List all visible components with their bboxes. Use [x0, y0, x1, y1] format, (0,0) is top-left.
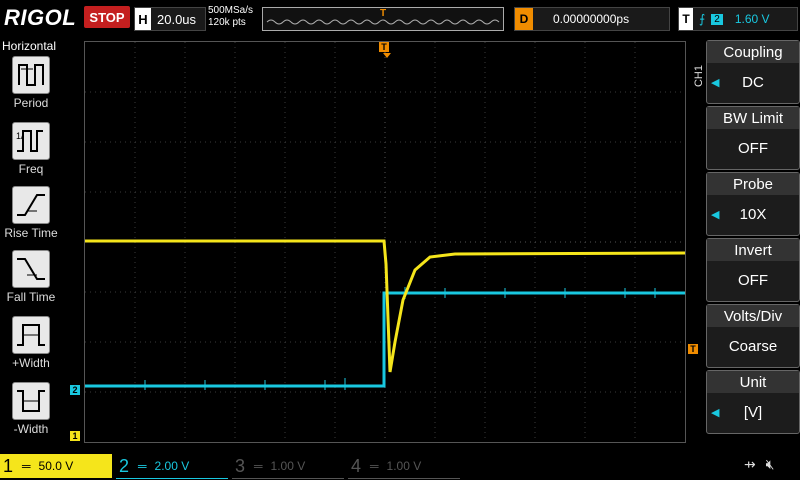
- invert-button[interactable]: Invert OFF: [706, 238, 800, 302]
- trigger-time-marker[interactable]: T: [379, 42, 389, 52]
- horizontal-timebase[interactable]: H 20.0us: [134, 7, 206, 31]
- trigger-time-arrow: [383, 53, 391, 58]
- ch4-coupling-icon: ═: [370, 459, 379, 473]
- usb-icon: ⇸: [744, 456, 756, 472]
- waveform-display[interactable]: [84, 41, 686, 443]
- speaker-muted-icon[interactable]: 🔇︎: [766, 456, 775, 472]
- probe-button[interactable]: Probe ◀ 10X: [706, 172, 800, 236]
- sample-rate: 500MSa/s: [208, 5, 254, 16]
- trigger-level: 1.60 V: [734, 12, 770, 26]
- ch2-scale: 2.00 V: [154, 459, 190, 473]
- freq-label: Freq: [18, 162, 44, 176]
- positive-width-icon: [12, 316, 50, 354]
- horizontal-measure-menu: Horizontal Period 1/ Freq Rise Time Fall…: [0, 38, 62, 450]
- delay-value: 0.00000000ps: [553, 12, 630, 26]
- delay-label: D: [515, 8, 533, 30]
- ch1-status[interactable]: 1 ═ 50.0 V: [0, 454, 112, 478]
- ch1-scale: 50.0 V: [38, 459, 74, 473]
- trigger-source: 2: [711, 13, 723, 25]
- rise-time-label: Rise Time: [4, 226, 58, 240]
- ch4-number: 4: [350, 455, 361, 476]
- ch3-coupling-icon: ═: [254, 459, 263, 473]
- unit-value: [V]: [743, 403, 763, 421]
- fall-time-label: Fall Time: [6, 290, 56, 304]
- period-icon: [12, 56, 50, 94]
- trigger-level-marker[interactable]: T: [688, 344, 698, 354]
- negative-width-icon: [12, 382, 50, 420]
- frequency-icon: 1/: [12, 122, 50, 160]
- channel-menu: Coupling ◀ DC BW Limit OFF Probe ◀ 10X Inv…: [706, 40, 800, 434]
- ch3-status[interactable]: 3 ═ 1.00 V: [232, 454, 344, 479]
- acquisition-info: 500MSa/s 120k pts: [208, 5, 253, 29]
- top-status-bar: RIGOL STOP H 20.0us 500MSa/s 120k pts T …: [0, 0, 800, 36]
- period-label: Period: [13, 96, 49, 110]
- timebase-value: 20.0us: [157, 11, 197, 27]
- trigger-position-marker: T: [380, 8, 387, 19]
- brand-logo: RIGOL: [4, 5, 77, 30]
- ch2-trace: [85, 287, 685, 390]
- measure-rise-time[interactable]: Rise Time: [0, 186, 62, 240]
- channel-tag: CH1: [693, 64, 706, 88]
- measure-negative-width[interactable]: -Width: [0, 382, 62, 436]
- status-icons: ⇸ 🔇︎: [744, 456, 774, 473]
- ch3-number: 3: [234, 455, 245, 476]
- run-stop-indicator[interactable]: STOP: [84, 6, 130, 28]
- trigger-box[interactable]: T ⨍ 2 1.60 V: [678, 7, 798, 31]
- ch4-scale: 1.00 V: [386, 459, 422, 473]
- volts-div-button[interactable]: Volts/Div Coarse: [706, 304, 800, 368]
- invert-value: OFF: [738, 271, 768, 289]
- volts-div-value: Coarse: [728, 337, 778, 355]
- measure-fall-time[interactable]: Fall Time: [0, 250, 62, 304]
- ch1-offset-marker[interactable]: 1: [70, 431, 80, 441]
- left-arrow-icon: ◀: [711, 76, 720, 89]
- coupling-title: Coupling: [707, 41, 799, 63]
- invert-title: Invert: [707, 239, 799, 261]
- ch4-status[interactable]: 4 ═ 1.00 V: [348, 454, 460, 479]
- bw-limit-title: BW Limit: [707, 107, 799, 129]
- negative-width-label: -Width: [13, 422, 49, 436]
- ch2-coupling-icon: ═: [138, 459, 147, 473]
- ch2-number: 2: [118, 455, 129, 476]
- ch2-offset-marker[interactable]: 2: [70, 385, 80, 395]
- ch3-scale: 1.00 V: [270, 459, 306, 473]
- ch1-number: 1: [2, 455, 13, 476]
- trigger-label: T: [679, 8, 693, 30]
- rise-time-icon: [12, 186, 50, 224]
- probe-title: Probe: [707, 173, 799, 195]
- measure-freq[interactable]: 1/ Freq: [0, 122, 62, 176]
- fall-time-icon: [12, 250, 50, 288]
- left-arrow-icon: ◀: [711, 208, 720, 221]
- unit-title: Unit: [707, 371, 799, 393]
- unit-button[interactable]: Unit ◀ [V]: [706, 370, 800, 434]
- bw-limit-value: OFF: [738, 139, 768, 157]
- ch1-coupling-icon: ═: [22, 459, 31, 473]
- horizontal-label: H: [135, 8, 151, 30]
- rising-edge-icon: ⨍: [699, 12, 706, 26]
- delay-box[interactable]: D 0.00000000ps: [514, 7, 670, 31]
- svg-text:1/: 1/: [16, 131, 24, 141]
- memory-depth: 120k pts: [208, 17, 246, 28]
- measure-positive-width[interactable]: +Width: [0, 316, 62, 370]
- ch2-status[interactable]: 2 ═ 2.00 V: [116, 454, 228, 479]
- measure-period[interactable]: Period: [0, 56, 62, 110]
- coupling-button[interactable]: Coupling ◀ DC: [706, 40, 800, 104]
- volts-div-title: Volts/Div: [707, 305, 799, 327]
- probe-value: 10X: [739, 205, 767, 223]
- waveform-canvas: [85, 42, 685, 442]
- left-arrow-icon: ◀: [711, 406, 720, 419]
- menu-title: Horizontal: [2, 39, 57, 53]
- positive-width-label: +Width: [12, 356, 50, 370]
- bw-limit-button[interactable]: BW Limit OFF: [706, 106, 800, 170]
- coupling-value: DC: [742, 73, 764, 91]
